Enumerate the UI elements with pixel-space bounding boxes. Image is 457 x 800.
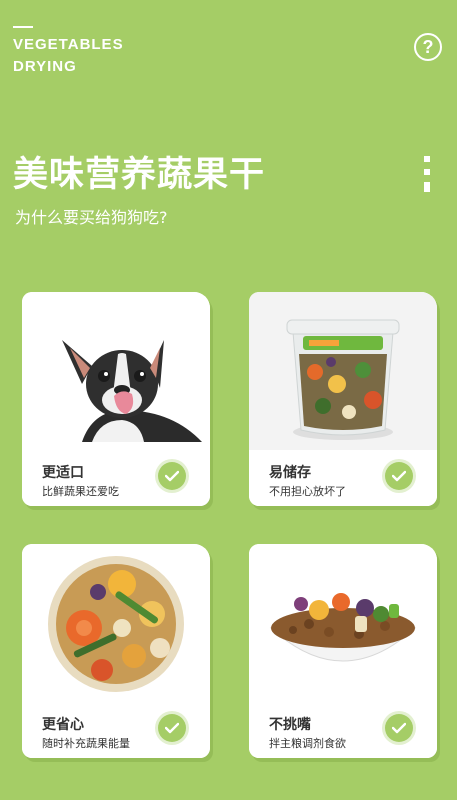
card-name: 不挑嘴 (269, 717, 311, 733)
check-icon[interactable] (158, 462, 186, 490)
brand-line-1: VEGETABLES (13, 36, 124, 53)
dog-photo (22, 292, 210, 450)
card-name: 更省心 (42, 717, 84, 733)
brand-logo: VEGETABLES DRYING (13, 26, 124, 78)
card-name: 易储存 (269, 465, 311, 481)
card-description: 随时补充蔬果能量 (42, 737, 130, 750)
brand-line-2: DRYING (13, 58, 77, 75)
help-icon[interactable]: ? (414, 33, 442, 61)
snack-jar-photo (249, 292, 437, 450)
feature-card-storage[interactable]: 易储存 不用担心放坏了 (249, 292, 437, 506)
page-subtitle: 为什么要买给狗狗吃? (15, 208, 168, 227)
feature-card-convenient[interactable]: 更省心 随时补充蔬果能量 (22, 544, 210, 758)
feature-card-palatable[interactable]: 更适口 比鲜蔬果还爱吃 (22, 292, 210, 506)
card-description: 比鲜蔬果还爱吃 (42, 485, 119, 498)
card-description: 拌主粮调剂食欲 (269, 737, 346, 750)
card-description: 不用担心放坏了 (269, 485, 346, 498)
check-icon[interactable] (385, 462, 413, 490)
feature-card-appetite[interactable]: 不挑嘴 拌主粮调剂食欲 (249, 544, 437, 758)
card-name: 更适口 (42, 465, 84, 481)
page-title: 美味营养蔬果干 (13, 155, 266, 195)
more-options-icon[interactable] (424, 156, 430, 199)
kibble-bowl-photo (249, 544, 437, 702)
dried-vegetables-plate-photo (22, 544, 210, 702)
check-icon[interactable] (385, 714, 413, 742)
check-icon[interactable] (158, 714, 186, 742)
brand-bar (13, 26, 33, 28)
